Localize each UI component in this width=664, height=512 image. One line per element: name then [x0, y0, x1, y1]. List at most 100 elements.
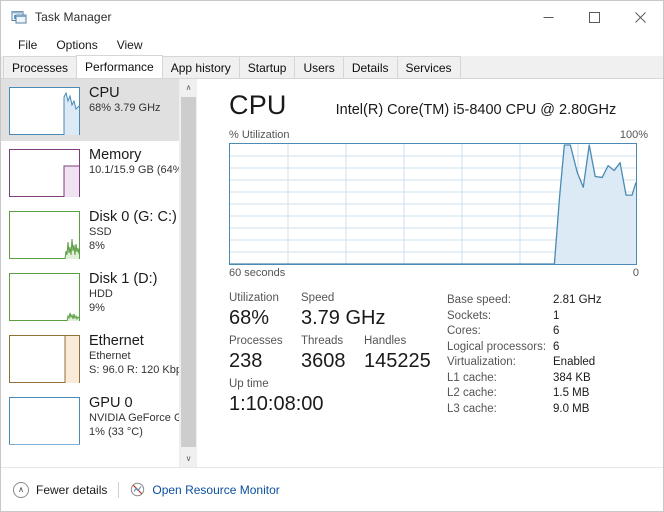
menu-item-view[interactable]: View [108, 35, 152, 55]
sidebar-item-label: Memory [89, 147, 142, 163]
status-divider [118, 481, 120, 498]
stat-processes: Processes 238 [229, 334, 301, 374]
sidebar-item-sub1: Ethernet [89, 350, 131, 362]
scroll-up-icon[interactable]: ∧ [180, 79, 196, 96]
tab-services[interactable]: Services [396, 56, 461, 78]
sidebar-item-sub2: 1% (33 °C) [89, 425, 143, 438]
graph-y-axis-max: 100% [619, 129, 648, 141]
sidebar-item-ethernet[interactable]: Ethernet Ethernet S: 96.0 R: 120 Kbps [1, 327, 196, 389]
stat-label: Up time [229, 378, 269, 390]
spec-key: L3 cache: [447, 402, 497, 415]
open-resource-monitor-link[interactable]: Open Resource Monitor [130, 482, 280, 497]
spec-row: L1 cache: 384 KB [447, 371, 649, 387]
close-button[interactable] [617, 1, 663, 33]
tab-details[interactable]: Details [342, 56, 398, 78]
graph-y-axis-label: % Utilization [229, 129, 290, 141]
content-area: CPU 68% 3.79 GHz Memory 10.1/15.9 GB (64… [1, 79, 663, 467]
spec-row: Cores: 6 [447, 324, 649, 340]
sidebar-item-sub1: SSD [89, 226, 112, 238]
maximize-button[interactable] [571, 1, 617, 33]
sidebar-item-cpu[interactable]: CPU 68% 3.79 GHz [1, 79, 196, 141]
tab-processes[interactable]: Processes [3, 56, 78, 78]
fewer-details-button[interactable]: ∧ Fewer details [13, 481, 108, 498]
spec-key: Logical processors: [447, 340, 547, 353]
tab-users[interactable]: Users [294, 56, 344, 78]
scroll-down-icon[interactable]: ∨ [180, 450, 196, 467]
graph-x-axis-right-label: 0 [632, 267, 639, 279]
sidebar-item-sub1: 10.1/15.9 GB (64%) [89, 164, 187, 176]
spec-row: Logical processors: 6 [447, 340, 649, 356]
primary-stats: Utilization 68% Speed 3.79 GHz Processes… [229, 291, 447, 420]
menu-item-file[interactable]: File [9, 35, 46, 55]
stat-handles: Handles 145225 [364, 334, 447, 374]
graph-axis-bottom: 60 seconds 0 [229, 267, 639, 279]
title-bar: Task Manager [1, 1, 663, 33]
stat-value: 1:10:08:00 [229, 393, 324, 415]
spec-row: L2 cache: 1.5 MB [447, 386, 649, 402]
sidebar-item-sub1: 68% 3.79 GHz [89, 102, 161, 114]
stat-threads: Threads 3608 [301, 334, 364, 374]
stat-label: Utilization [229, 292, 279, 304]
page-title: CPU [229, 90, 287, 120]
disk0-thumbnail-graph [9, 211, 80, 259]
sidebar-item-disk0[interactable]: Disk 0 (G: C:) SSD 8% [1, 203, 196, 265]
sidebar-scrollbar[interactable]: ∧ ∨ [179, 79, 196, 467]
menu-bar: File Options View [1, 33, 663, 56]
sidebar-item-label: Ethernet [89, 333, 144, 349]
stat-value: 68% [229, 307, 270, 329]
stat-value: 238 [229, 350, 263, 372]
spec-key: Base speed: [447, 294, 511, 306]
stat-label: Speed [301, 292, 335, 304]
sidebar-item-sub2: S: 96.0 R: 120 Kbps [89, 363, 188, 376]
menu-item-options[interactable]: Options [47, 35, 106, 55]
stats-section: Utilization 68% Speed 3.79 GHz Processes… [229, 291, 649, 420]
stat-utilization: Utilization 68% [229, 291, 301, 331]
stat-row-uptime: Up time 1:10:08:00 [229, 377, 447, 417]
tab-app-history[interactable]: App history [161, 56, 240, 78]
cpu-specs: Base speed: 2.81 GHz Sockets: 1 Cores: 6… [447, 291, 649, 420]
stat-value: 145225 [364, 350, 431, 372]
disk0-meta: Disk 0 (G: C:) SSD 8% [89, 209, 177, 253]
memory-thumbnail-graph [9, 149, 80, 197]
stat-speed: Speed 3.79 GHz [301, 291, 421, 331]
stat-row-processes-threads-handles: Processes 238 Threads 3608 Handles 14522… [229, 334, 447, 374]
open-resource-monitor-label: Open Resource Monitor [152, 482, 280, 497]
sidebar-item-sub2: 9% [89, 301, 105, 314]
minimize-button[interactable] [525, 1, 571, 33]
detail-header: CPU Intel(R) Core(TM) i5-8400 CPU @ 2.80… [229, 89, 649, 125]
graph-x-axis-left-label: 60 seconds [229, 267, 286, 279]
sidebar-item-label: GPU 0 [89, 395, 133, 411]
stat-label: Threads [301, 335, 344, 347]
sidebar-item-label: CPU [89, 85, 120, 101]
spec-key: Virtualization: [447, 356, 516, 368]
fewer-details-label: Fewer details [36, 482, 108, 497]
cpu-meta: CPU 68% 3.79 GHz [89, 85, 161, 116]
spec-value: 6 [553, 325, 560, 337]
sidebar-item-label: Disk 0 (G: C:) [89, 209, 177, 225]
sidebar-item-memory[interactable]: Memory 10.1/15.9 GB (64%) [1, 141, 196, 203]
cpu-thumbnail-graph [9, 87, 80, 135]
tab-performance[interactable]: Performance [76, 55, 163, 78]
gpu0-thumbnail-graph [9, 397, 80, 445]
sidebar-item-disk1[interactable]: Disk 1 (D:) HDD 9% [1, 265, 196, 327]
sidebar-item-gpu0[interactable]: GPU 0 NVIDIA GeForce G... 1% (33 °C) [1, 389, 196, 451]
sidebar-item-sub1: NVIDIA GeForce G... [89, 412, 190, 424]
stat-label: Processes [229, 335, 283, 347]
stat-row-utilization-speed: Utilization 68% Speed 3.79 GHz [229, 291, 447, 331]
stat-uptime: Up time 1:10:08:00 [229, 377, 409, 417]
chevron-up-icon: ∧ [13, 481, 29, 498]
stat-value: 3608 [301, 350, 346, 372]
spec-key: L2 cache: [447, 387, 497, 399]
tab-strip: Processes Performance App history Startu… [1, 55, 663, 79]
spec-value: 2.81 GHz [553, 294, 602, 306]
spec-value: Enabled [553, 356, 596, 368]
spec-row: L3 cache: 9.0 MB [447, 402, 649, 418]
tab-startup[interactable]: Startup [238, 56, 296, 78]
task-manager-icon [11, 9, 27, 25]
performance-detail-pane: CPU Intel(R) Core(TM) i5-8400 CPU @ 2.80… [198, 79, 663, 467]
spec-value: 384 KB [553, 371, 591, 384]
cpu-utilization-graph[interactable] [229, 143, 637, 265]
scrollbar-thumb[interactable] [181, 97, 196, 447]
resource-monitor-icon [130, 482, 145, 497]
spec-value: 9.0 MB [553, 402, 590, 415]
